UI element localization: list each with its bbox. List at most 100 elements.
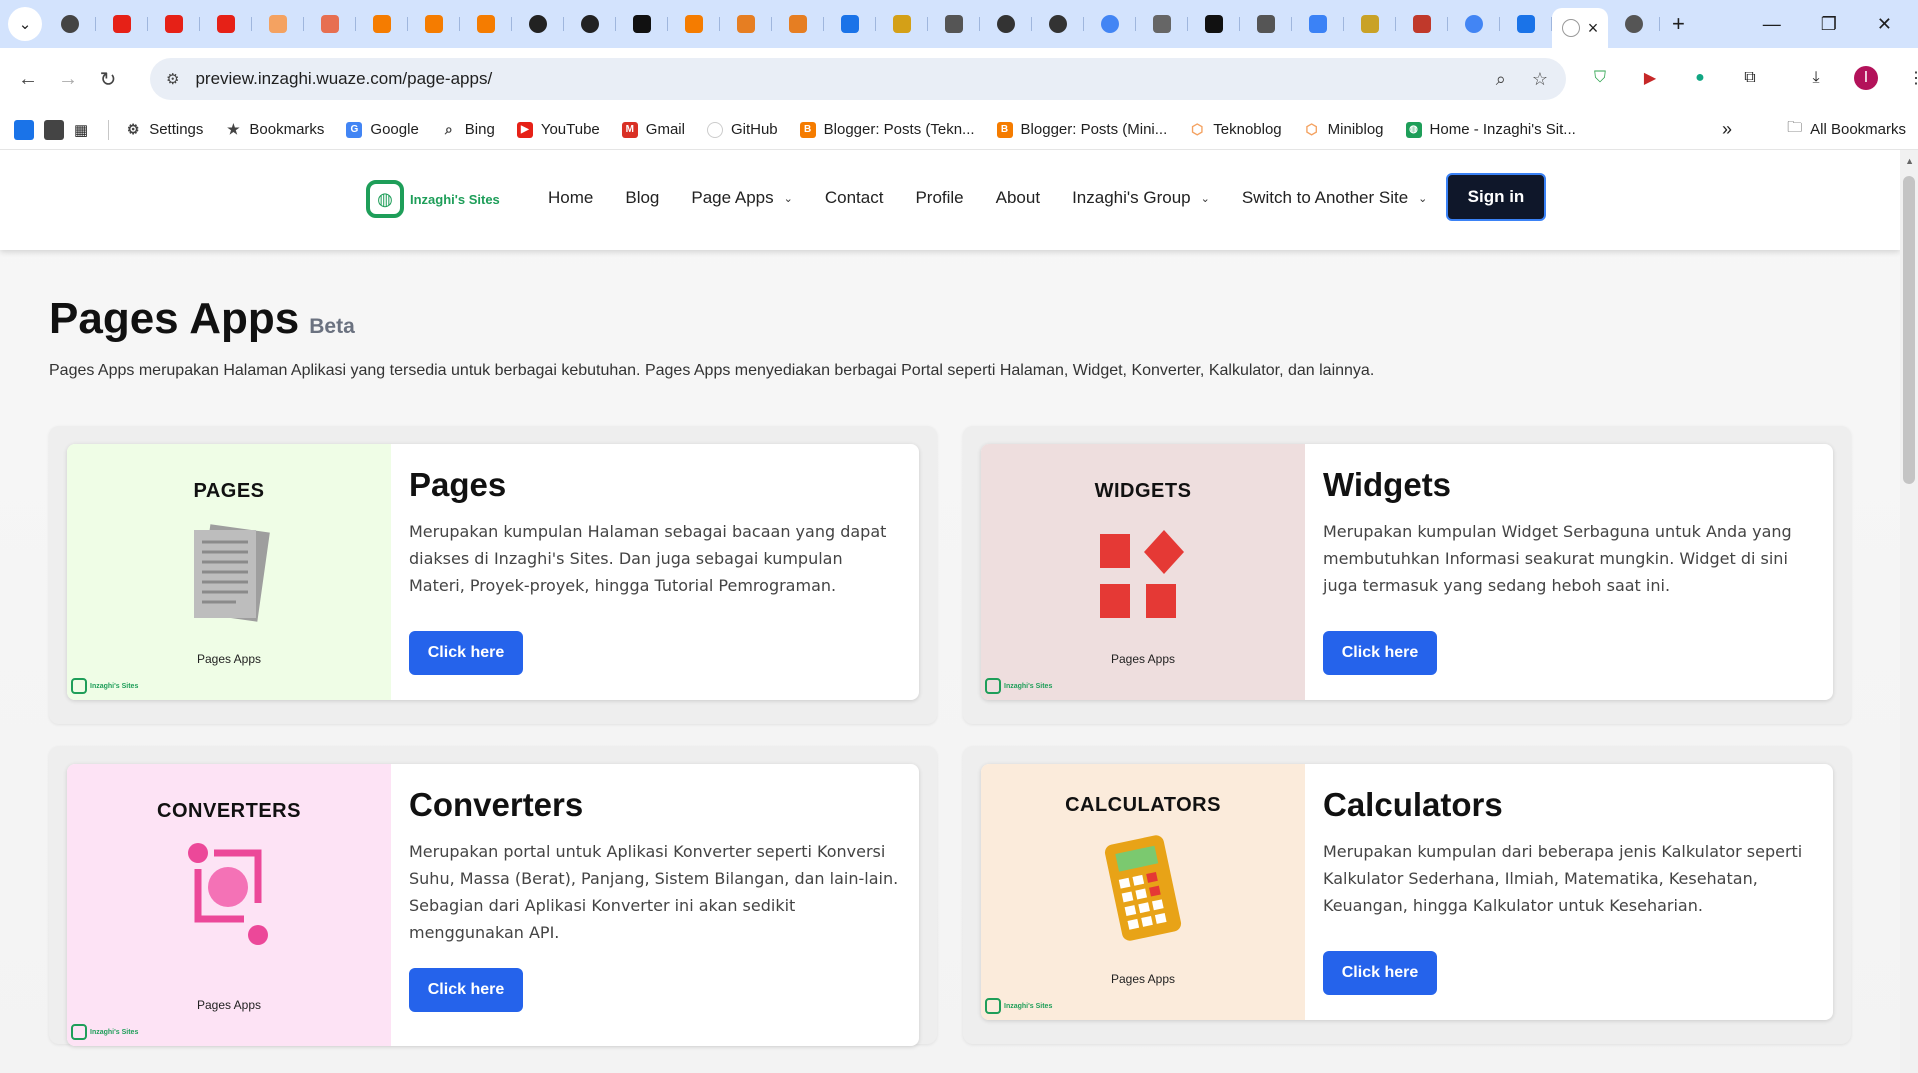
sign-in-button[interactable]: Sign in: [1446, 173, 1546, 221]
blogger-icon: B: [996, 121, 1013, 138]
avatar[interactable]: I: [1854, 66, 1878, 90]
apps-grid-icon[interactable]: ▦: [74, 121, 88, 139]
tab[interactable]: [148, 7, 200, 41]
restore-icon[interactable]: ❐: [1821, 14, 1837, 35]
tab[interactable]: [1344, 7, 1396, 41]
bookmark-item[interactable]: B Blogger: Posts (Mini...: [996, 121, 1167, 138]
tab[interactable]: [304, 7, 356, 41]
tab[interactable]: [1500, 7, 1552, 41]
bookmark-item[interactable]: ▶ YouTube: [516, 121, 600, 138]
app-icon[interactable]: [14, 119, 34, 140]
tab[interactable]: [1188, 7, 1240, 41]
tab[interactable]: [512, 7, 564, 41]
shield-icon[interactable]: ⛉: [1588, 66, 1612, 90]
scroll-up-icon[interactable]: ▲: [1905, 156, 1914, 166]
bookmark-item[interactable]: ★ Bookmarks: [225, 121, 324, 138]
tab[interactable]: [460, 7, 512, 41]
star-icon[interactable]: ☆: [1532, 69, 1548, 90]
site-logo[interactable]: ◍ Inzaghi's Sites: [366, 180, 500, 218]
tab[interactable]: [564, 7, 616, 41]
tab[interactable]: [1136, 7, 1188, 41]
nav-item[interactable]: Blog: [625, 188, 659, 208]
gmail-icon: M: [621, 121, 638, 138]
bookmark-item[interactable]: G Google: [346, 121, 419, 138]
window-controls: — ❐ ✕: [1763, 14, 1892, 35]
zoom-icon[interactable]: ⌕: [1496, 69, 1506, 90]
click-here-button[interactable]: Click here: [409, 631, 523, 675]
bookmark-item[interactable]: M Gmail: [621, 121, 685, 138]
blogger-icon: [373, 15, 391, 33]
tab[interactable]: [1448, 7, 1500, 41]
record-icon[interactable]: ▶: [1638, 66, 1662, 90]
bookmark-item[interactable]: ⚙ Settings: [125, 121, 203, 138]
tab-search-button[interactable]: ⌄: [8, 7, 42, 41]
nav-item[interactable]: Profile: [915, 188, 963, 208]
click-here-button[interactable]: Click here: [1323, 951, 1437, 995]
card-body: Widgets Merupakan kumpulan Widget Serbag…: [1305, 444, 1833, 700]
tab[interactable]: [1084, 7, 1136, 41]
nav-item[interactable]: Home: [548, 188, 593, 208]
nav-item[interactable]: Inzaghi's Group ⌄: [1072, 188, 1210, 208]
new-tab-button[interactable]: +: [1672, 11, 1685, 37]
reload-icon[interactable]: ↻: [88, 67, 128, 92]
grammarly-icon[interactable]: ●: [1688, 66, 1712, 90]
tab[interactable]: [408, 7, 460, 41]
tab[interactable]: [876, 7, 928, 41]
tab[interactable]: [252, 7, 304, 41]
tab[interactable]: [772, 7, 824, 41]
site-info-icon[interactable]: ⚙: [166, 70, 179, 88]
url-text[interactable]: preview.inzaghi.wuaze.com/page-apps/: [195, 69, 492, 89]
nav-item[interactable]: Contact: [825, 188, 884, 208]
nav-item[interactable]: Switch to Another Site ⌄: [1242, 188, 1428, 208]
bookmark-item[interactable]: B Blogger: Posts (Tekn...: [799, 121, 975, 138]
all-bookmarks-button[interactable]: 🗀 All Bookmarks: [1787, 117, 1906, 142]
tab[interactable]: [668, 7, 720, 41]
tab[interactable]: [1292, 7, 1344, 41]
card-inner: CONVERTERS Pages Apps Inzaghi's Sites Co…: [67, 764, 919, 1046]
app-icon[interactable]: [44, 119, 64, 140]
bookmark-item[interactable]: ⬡ Teknoblog: [1189, 121, 1282, 138]
nav-item[interactable]: About: [996, 188, 1040, 208]
tab[interactable]: [980, 7, 1032, 41]
tab-list: [44, 7, 1552, 41]
bookmark-item[interactable]: ⌕ Bing: [441, 121, 495, 138]
minimize-icon[interactable]: —: [1763, 14, 1781, 35]
more-bookmarks-icon[interactable]: »: [1722, 119, 1732, 140]
download-icon[interactable]: ⤓: [1804, 66, 1828, 90]
bookmark-item[interactable]: GitHub: [706, 121, 778, 138]
address-bar[interactable]: ⚙ preview.inzaghi.wuaze.com/page-apps/ ⌕…: [150, 58, 1566, 100]
youtube-icon: [165, 15, 183, 33]
card-description: Merupakan portal untuk Aplikasi Konverte…: [409, 842, 899, 942]
bookmark-item[interactable]: ⬡ Miniblog: [1304, 121, 1384, 138]
tab[interactable]: [1396, 7, 1448, 41]
tab[interactable]: [720, 7, 772, 41]
blue-square-icon: [841, 15, 859, 33]
back-icon[interactable]: ←: [8, 68, 48, 91]
tab-active[interactable]: ×: [1552, 8, 1608, 48]
close-window-icon[interactable]: ✕: [1877, 14, 1892, 35]
nav-item-label: Inzaghi's Group: [1072, 188, 1191, 207]
tab[interactable]: [44, 7, 96, 41]
tab[interactable]: [1240, 7, 1292, 41]
globe-icon: [71, 678, 87, 694]
click-here-button[interactable]: Click here: [1323, 631, 1437, 675]
tab[interactable]: [928, 7, 980, 41]
page-title-text: Pages Apps: [49, 294, 300, 343]
tab[interactable]: [200, 7, 252, 41]
nav-item[interactable]: Page Apps ⌄: [691, 188, 792, 208]
forward-icon[interactable]: →: [48, 68, 88, 91]
tab[interactable]: [96, 7, 148, 41]
globe-icon: [71, 1024, 87, 1040]
scrollbar-thumb[interactable]: [1903, 176, 1915, 484]
tab[interactable]: [356, 7, 408, 41]
close-icon[interactable]: ×: [1588, 18, 1599, 39]
tab[interactable]: [1032, 7, 1084, 41]
kebab-menu-icon[interactable]: ⋮: [1904, 66, 1918, 90]
tab[interactable]: [824, 7, 876, 41]
click-here-button[interactable]: Click here: [409, 968, 523, 1012]
tab-chrome[interactable]: [1608, 7, 1660, 41]
tab[interactable]: [616, 7, 668, 41]
thumb-title: PAGES: [193, 480, 265, 502]
bookmark-item[interactable]: ◍ Home - Inzaghi's Sit...: [1405, 121, 1576, 138]
puzzle-icon[interactable]: ⧉: [1738, 66, 1762, 90]
